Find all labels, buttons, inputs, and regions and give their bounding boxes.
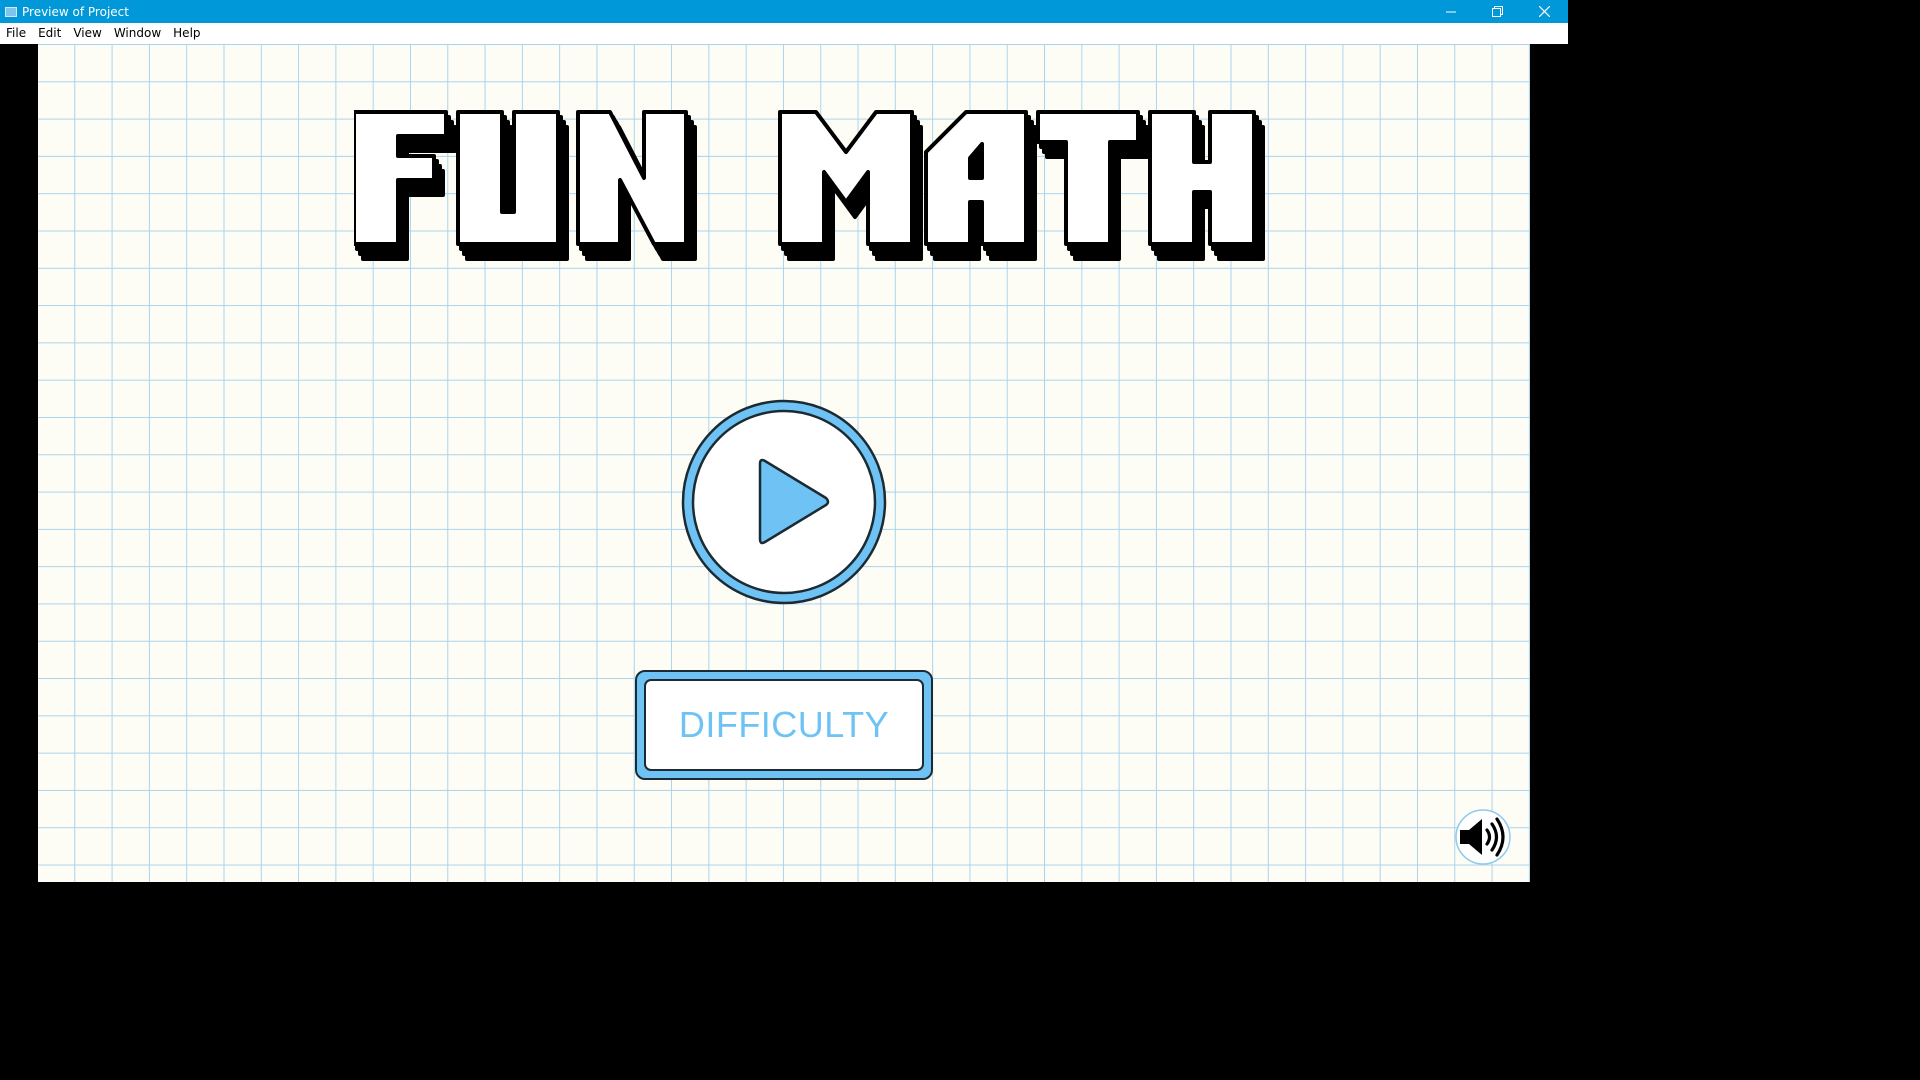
window-titlebar: Preview of Project [0,0,1568,23]
difficulty-label: DIFFICULTY [678,704,890,745]
menu-file[interactable]: File [0,23,32,44]
menu-help[interactable]: Help [167,23,206,44]
sound-toggle-button[interactable] [1454,808,1512,866]
window-controls [1427,0,1568,23]
app-icon [5,6,17,17]
minimize-button[interactable] [1427,0,1474,23]
game-logo [354,110,1265,261]
close-button[interactable] [1521,0,1568,23]
game-viewport: DIFFICULTY [0,44,1568,882]
play-button[interactable] [680,398,888,606]
game-canvas: DIFFICULTY [38,44,1530,882]
menu-view[interactable]: View [67,23,107,44]
difficulty-button-face: DIFFICULTY [644,679,924,771]
difficulty-button[interactable]: DIFFICULTY [635,670,933,780]
menu-edit[interactable]: Edit [32,23,67,44]
minimize-icon [1445,11,1456,12]
menu-window[interactable]: Window [108,23,167,44]
restore-icon [1492,6,1503,17]
window-title: Preview of Project [22,4,129,19]
close-icon [1539,6,1550,17]
menu-bar: File Edit View Window Help [0,23,1568,44]
restore-button[interactable] [1474,0,1521,23]
